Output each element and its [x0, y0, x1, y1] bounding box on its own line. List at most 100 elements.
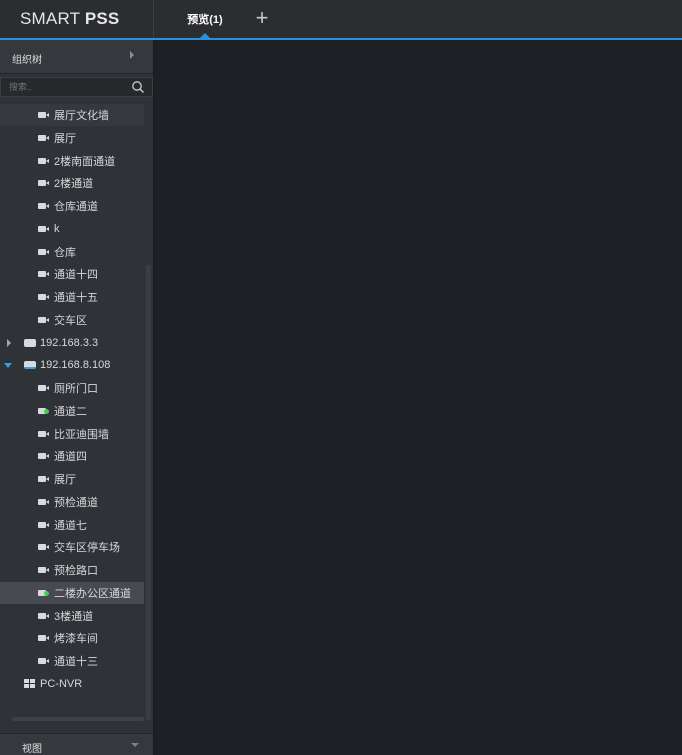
camera-icon — [38, 544, 50, 551]
camera-live-icon — [38, 407, 50, 414]
camera-icon — [38, 294, 50, 300]
tree-channel-item[interactable]: 2楼通道 — [0, 172, 144, 194]
tree-channel-item[interactable]: 展厅 — [0, 127, 144, 149]
camera-icon — [38, 134, 50, 141]
search-input[interactable] — [9, 80, 119, 94]
tree-item-label: 烤漆车间 — [54, 633, 98, 646]
app-logo: SMART PSS — [20, 9, 119, 29]
chevron-down-icon[interactable] — [131, 743, 139, 747]
tree-item-label: 通道十四 — [54, 269, 98, 282]
logo-light-text: SMART — [20, 9, 85, 28]
tree-channel-item[interactable]: 2楼南面通道 — [0, 150, 144, 172]
camera-live-icon — [38, 589, 50, 596]
tree-item-label: 3楼通道 — [54, 610, 94, 623]
search-icon[interactable] — [131, 80, 145, 94]
tree-channel-item[interactable]: k — [0, 218, 144, 240]
tree-channel-item[interactable]: 预检通道 — [0, 491, 144, 513]
tree-channel-item[interactable]: 仓库通道 — [0, 195, 144, 217]
tree-channel-item[interactable]: 通道十五 — [0, 286, 144, 308]
tree-item-label: 预检通道 — [54, 496, 98, 509]
tab-preview-label: 预览(1) — [187, 14, 223, 26]
tree-item-label: 通道十五 — [54, 292, 98, 304]
camera-icon — [38, 157, 50, 164]
logo-divider — [153, 0, 154, 38]
tree-item-label: 192.168.8.108 — [40, 359, 111, 372]
organization-sidebar: 组织树 展厅文化墙展厅 2楼南面通道 2楼通道仓库通道 k 仓库通道十四通道十五交车区 1… — [0, 40, 154, 755]
tree-item-label: 2楼通道 — [54, 178, 94, 191]
add-tab-button[interactable]: + — [250, 6, 274, 32]
search-box — [0, 77, 153, 97]
chevron-right-icon[interactable] — [130, 51, 134, 59]
view-panel-header[interactable]: 视图 — [0, 733, 153, 755]
tree-nvr-item[interactable]: PC-NVR — [0, 673, 144, 695]
camera-icon — [38, 635, 50, 642]
tree-channel-item[interactable]: 通道十三 — [0, 650, 144, 672]
tree-channel-item[interactable]: 仓库 — [0, 241, 144, 263]
tree-channel-item[interactable]: 二楼办公区通道 — [0, 581, 144, 604]
tree-item-label: 通道七 — [54, 519, 87, 532]
tree-item-label: 展厅文化墙 — [54, 110, 109, 122]
tree-item-label: k — [54, 222, 60, 235]
tree-item-label: 预检路口 — [54, 565, 98, 577]
tree-item-label: 通道十三 — [54, 656, 98, 668]
tree-channel-item[interactable]: 厕所门口 — [0, 377, 144, 399]
tree-item-label: 192.168.3.3 — [40, 336, 99, 349]
tree-item-label: 展厅 — [54, 132, 76, 145]
tree-item-label: 通道四 — [54, 451, 87, 464]
tree-channel-item[interactable]: 通道十四 — [0, 263, 144, 285]
camera-icon — [38, 112, 50, 118]
device-tree: 展厅文化墙展厅 2楼南面通道 2楼通道仓库通道 k 仓库通道十四通道十五交车区 192.1… — [0, 104, 146, 718]
tree-item-label: 仓库通道 — [54, 201, 98, 213]
camera-icon — [38, 498, 50, 505]
camera-icon — [38, 430, 50, 437]
tree-item-label: 二楼办公区通道 — [54, 587, 131, 600]
tree-device-item[interactable]: 192.168.8.108 — [0, 354, 144, 376]
tree-channel-item[interactable]: 展厅文化墙 — [0, 104, 144, 126]
camera-icon — [38, 453, 50, 460]
camera-icon — [38, 180, 50, 187]
video-preview-area[interactable] — [155, 40, 682, 755]
tree-channel-item[interactable]: 比亚迪围墙 — [0, 423, 144, 445]
tree-item-label: 交车区 — [54, 314, 87, 327]
title-bar: SMART PSS 预览(1) + — [0, 0, 682, 40]
camera-icon — [38, 658, 50, 664]
active-tab-indicator — [200, 33, 210, 38]
camera-icon — [38, 225, 50, 232]
tree-item-label: 仓库 — [54, 246, 76, 259]
tree-channel-item[interactable]: 预检路口 — [0, 559, 144, 581]
tree-item-label: 比亚迪围墙 — [54, 428, 109, 441]
expand-right-icon[interactable] — [7, 338, 11, 347]
tree-channel-item[interactable]: 通道二 — [0, 400, 144, 422]
tree-channel-item[interactable]: 3楼通道 — [0, 605, 144, 627]
tree-horizontal-scrollbar[interactable] — [12, 717, 144, 721]
tree-channel-item[interactable]: 通道七 — [0, 514, 144, 536]
tree-channel-item[interactable]: 交车区停车场 — [0, 536, 144, 558]
tree-scrollbar[interactable] — [146, 265, 151, 720]
tree-channel-item[interactable]: 展厅 — [0, 468, 144, 490]
tree-item-label: 厕所门口 — [54, 383, 98, 395]
org-tree-header[interactable]: 组织树 — [0, 40, 153, 74]
dvr-device-icon — [24, 338, 36, 347]
camera-icon — [38, 612, 50, 619]
tree-item-label: PC-NVR — [40, 677, 83, 690]
view-panel-title: 视图 — [22, 744, 42, 755]
tree-device-item[interactable]: 192.168.3.3 — [0, 332, 144, 354]
camera-icon — [38, 521, 50, 528]
tree-item-label: 2楼南面通道 — [54, 155, 116, 168]
tree-channel-item[interactable]: 交车区 — [0, 309, 144, 331]
camera-icon — [38, 567, 50, 573]
expand-down-icon[interactable] — [4, 362, 12, 368]
tree-item-label: 展厅 — [54, 474, 76, 486]
camera-icon — [38, 271, 50, 278]
tree-channel-item[interactable]: 通道四 — [0, 445, 144, 467]
tree-channel-item[interactable]: 烤漆车间 — [0, 627, 144, 649]
camera-icon — [38, 248, 50, 255]
camera-icon — [38, 385, 50, 391]
dvr-device-icon — [24, 361, 36, 370]
camera-icon — [38, 476, 50, 482]
logo-bold-text: PSS — [84, 9, 120, 28]
camera-icon — [38, 203, 50, 209]
nvr-icon — [24, 678, 36, 689]
camera-icon — [38, 316, 50, 323]
tree-item-label: 交车区停车场 — [54, 542, 120, 555]
